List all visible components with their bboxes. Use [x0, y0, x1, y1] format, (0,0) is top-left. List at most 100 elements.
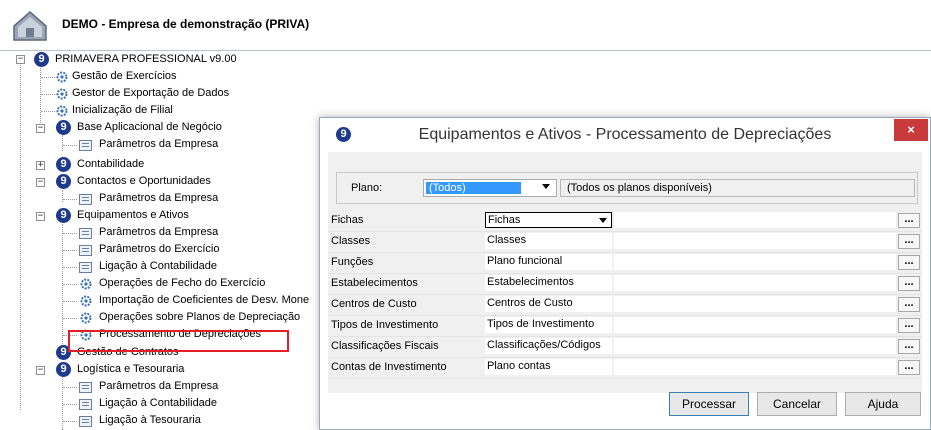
primavera-logo-icon: 9	[56, 174, 71, 189]
document-icon	[79, 228, 92, 239]
row-label: Funções	[331, 256, 374, 268]
collapse-toggle[interactable]: −	[36, 212, 45, 221]
browse-button[interactable]: ...	[898, 213, 920, 228]
primavera-logo-icon: 9	[56, 362, 71, 377]
table-row: Fichas Fichas ...	[328, 210, 922, 232]
app-header: DEMO - Empresa de demonstração (PRIVA)	[0, 0, 931, 51]
tree-guide	[63, 421, 77, 422]
primavera-logo-icon: 9	[56, 208, 71, 223]
dialog-body: Plano: (Todos) (Todos os planos disponív…	[328, 152, 922, 393]
row-label: Classificações Fiscais	[331, 340, 439, 352]
browse-button[interactable]: ...	[898, 339, 920, 354]
collapse-toggle[interactable]: −	[36, 178, 45, 187]
tree-guide	[63, 284, 77, 285]
gear-icon	[56, 88, 68, 100]
tree-guide	[63, 267, 77, 268]
row-extra-field[interactable]	[614, 296, 896, 312]
gear-icon	[56, 105, 68, 117]
tree-guide	[41, 94, 55, 95]
row-value: Estabelecimentos	[487, 276, 574, 288]
row-label: Fichas	[331, 214, 364, 226]
tree-guide	[62, 135, 63, 151]
table-row: Centros de Custo Centros de Custo ...	[328, 294, 922, 316]
table-row: Funções Plano funcional ...	[328, 252, 922, 274]
collapse-toggle[interactable]: −	[36, 124, 45, 133]
chevron-down-icon[interactable]	[599, 218, 607, 223]
row-value-field[interactable]: Tipos de Investimento	[485, 317, 612, 333]
gear-icon	[56, 71, 68, 83]
cancel-button[interactable]: Cancelar	[757, 392, 837, 416]
row-extra-field[interactable]	[614, 317, 896, 333]
row-value: Centros de Custo	[487, 297, 573, 309]
processing-dialog: 9 Equipamentos e Ativos - Processamento …	[319, 117, 931, 430]
close-button[interactable]: ×	[894, 119, 928, 141]
browse-button[interactable]: ...	[898, 360, 920, 375]
row-value-field[interactable]: Centros de Custo	[485, 296, 612, 312]
process-button[interactable]: Processar	[669, 392, 749, 416]
row-value: Fichas	[488, 214, 521, 226]
browse-button[interactable]: ...	[898, 234, 920, 249]
company-title: DEMO - Empresa de demonstração (PRIVA)	[62, 17, 310, 31]
row-value: Classificações/Códigos	[487, 339, 601, 351]
tree-guide	[63, 199, 77, 200]
browse-button[interactable]: ...	[898, 297, 920, 312]
row-extra-field[interactable]	[614, 212, 896, 228]
row-extra-field[interactable]	[614, 275, 896, 291]
row-extra-field[interactable]	[614, 233, 896, 249]
tree-guide	[63, 404, 77, 405]
row-value-field[interactable]: Classes	[485, 233, 612, 249]
dialog-title: Equipamentos e Ativos - Processamento de…	[418, 126, 832, 143]
table-row: Tipos de Investimento Tipos de Investime…	[328, 315, 922, 337]
tree-guide	[63, 145, 77, 146]
plano-label: Plano:	[351, 182, 383, 194]
row-label: Estabelecimentos	[331, 277, 418, 289]
browse-button[interactable]: ...	[898, 318, 920, 333]
document-icon	[79, 416, 92, 427]
row-label: Centros de Custo	[331, 298, 417, 310]
row-value: Tipos de Investimento	[487, 318, 595, 330]
tree-guide	[63, 301, 77, 302]
plano-group: Plano: (Todos) (Todos os planos disponív…	[336, 172, 918, 204]
table-row: Classificações Fiscais Classificações/Có…	[328, 336, 922, 358]
collapse-toggle[interactable]: −	[36, 366, 45, 375]
row-extra-field[interactable]	[614, 359, 896, 375]
gear-icon	[80, 295, 92, 307]
row-value-select[interactable]: Fichas	[485, 212, 612, 228]
dialog-titlebar[interactable]: 9 Equipamentos e Ativos - Processamento …	[320, 118, 930, 152]
table-row: Contas de Investimento Plano contas ...	[328, 357, 922, 379]
row-value: Plano contas	[487, 360, 551, 372]
tree-guide	[20, 65, 21, 410]
table-row: Classes Classes ...	[328, 231, 922, 253]
row-extra-field[interactable]	[614, 338, 896, 354]
row-extra-field[interactable]	[614, 254, 896, 270]
document-icon	[79, 140, 92, 151]
tree-guide	[40, 65, 41, 125]
row-value-field[interactable]: Estabelecimentos	[485, 275, 612, 291]
tree-guide	[63, 318, 77, 319]
tree-guide	[41, 77, 55, 78]
plano-selected-value: (Todos)	[426, 182, 521, 194]
row-value-field[interactable]: Plano contas	[485, 359, 612, 375]
row-label: Contas de Investimento	[331, 361, 447, 373]
row-value-field[interactable]: Plano funcional	[485, 254, 612, 270]
browse-button[interactable]: ...	[898, 255, 920, 270]
primavera-logo-icon: 9	[56, 120, 71, 135]
tree-guide	[63, 250, 77, 251]
row-value: Classes	[487, 234, 527, 246]
gear-icon	[80, 312, 92, 324]
tree-guide	[63, 233, 77, 234]
collapse-toggle[interactable]: −	[16, 55, 25, 64]
tree-guide	[41, 111, 55, 112]
primavera-logo-icon: 9	[56, 157, 71, 172]
tree-guide	[63, 387, 77, 388]
row-value-field[interactable]: Classificações/Códigos	[485, 338, 612, 354]
document-icon	[79, 382, 92, 393]
plano-select[interactable]: (Todos)	[423, 179, 557, 197]
browse-button[interactable]: ...	[898, 276, 920, 291]
tree-guide	[62, 190, 63, 202]
help-button[interactable]: Ajuda	[845, 392, 921, 416]
document-icon	[79, 262, 92, 273]
chevron-down-icon[interactable]	[542, 184, 550, 189]
expand-toggle[interactable]: +	[36, 161, 45, 170]
row-label: Tipos de Investimento	[331, 319, 439, 331]
